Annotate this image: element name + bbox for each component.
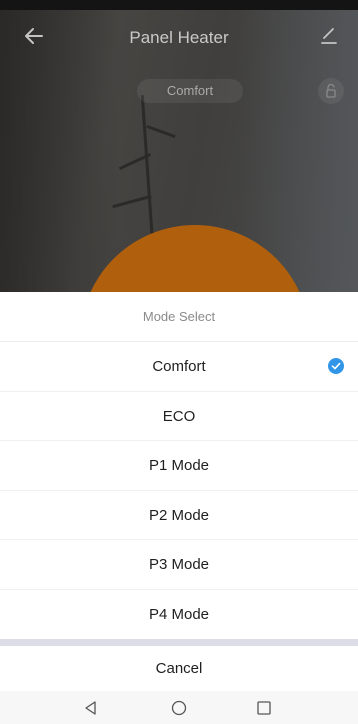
background-plant-leaf — [146, 124, 176, 139]
system-nav-bar — [0, 691, 358, 724]
mode-option-p4[interactable]: P4 Mode — [0, 590, 358, 640]
nav-home-icon[interactable] — [170, 699, 188, 717]
option-label: P2 Mode — [148, 506, 210, 524]
mode-option-p2[interactable]: P2 Mode — [0, 491, 358, 540]
current-mode-pill[interactable]: Comfort — [137, 79, 243, 103]
page-title: Panel Heater — [129, 28, 229, 47]
check-circle-icon — [328, 358, 344, 374]
nav-back-icon[interactable] — [82, 699, 100, 717]
mode-option-p1[interactable]: P1 Mode — [0, 441, 358, 491]
sheet-divider — [0, 639, 358, 646]
mode-select-sheet: Mode Select Comfort ECO P1 Mode P2 Mode … — [0, 292, 358, 724]
unlock-icon[interactable] — [318, 78, 344, 104]
status-bar — [0, 0, 358, 10]
pencil-icon[interactable] — [318, 24, 340, 46]
option-label: Comfort — [152, 358, 206, 375]
background-plant — [140, 95, 155, 245]
option-label: P1 Mode — [148, 457, 210, 474]
app-bar: Panel Heater — [0, 10, 358, 62]
heater-screen-backdrop: Panel Heater Comfort — [0, 0, 358, 292]
mode-option-p3[interactable]: P3 Mode — [0, 540, 358, 590]
mode-option-eco[interactable]: ECO — [0, 392, 358, 441]
sheet-title: Mode Select — [0, 292, 358, 342]
nav-recents-icon[interactable] — [255, 699, 273, 717]
cancel-button[interactable]: Cancel — [0, 646, 358, 691]
mode-option-comfort[interactable]: Comfort — [0, 342, 358, 392]
option-label: ECO — [162, 407, 196, 425]
option-label: P3 Mode — [148, 556, 210, 573]
option-label: P4 Mode — [148, 605, 210, 623]
